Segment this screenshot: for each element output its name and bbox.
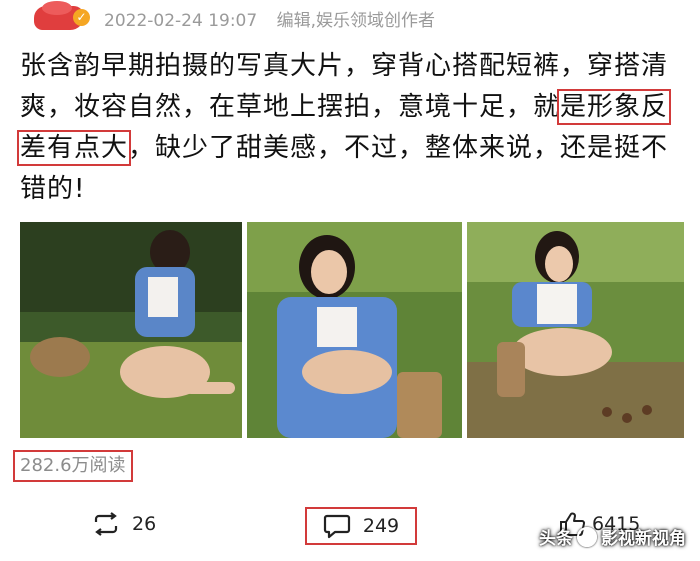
photo-3[interactable] bbox=[467, 222, 684, 438]
verified-badge-icon: ✓ bbox=[73, 9, 90, 26]
comment-count: 249 bbox=[362, 515, 400, 537]
comment-button[interactable]: 249 bbox=[305, 507, 417, 545]
photo-grid bbox=[20, 222, 684, 438]
post-header: ✓ 2022-02-24 19:07 编辑,娱乐领域创作者 bbox=[0, 0, 700, 38]
repost-button[interactable]: 26 bbox=[92, 505, 156, 543]
comment-icon bbox=[323, 514, 350, 539]
watermark-account: 影视新视角 bbox=[601, 529, 686, 549]
watermark: 头条 影视新视角 bbox=[539, 524, 686, 549]
toutiao-logo-icon bbox=[577, 526, 597, 547]
repost-count: 26 bbox=[132, 513, 157, 535]
watermark-prefix: 头条 bbox=[539, 529, 573, 549]
repost-icon bbox=[94, 512, 118, 536]
post-body: 张含韵早期拍摄的写真大片，穿背心搭配短裤，穿搭清爽，妆容自然，在草地上摆拍，意境… bbox=[16, 46, 692, 210]
post-datetime: 2022-02-24 19:07 bbox=[104, 11, 258, 31]
post-meta: 2022-02-24 19:07 编辑,娱乐领域创作者 bbox=[104, 6, 435, 31]
photo-2[interactable] bbox=[247, 222, 462, 438]
read-count: 282.6万阅读 bbox=[13, 450, 133, 482]
photo-1[interactable] bbox=[20, 222, 242, 438]
author-role: 编辑,娱乐领域创作者 bbox=[276, 11, 436, 31]
